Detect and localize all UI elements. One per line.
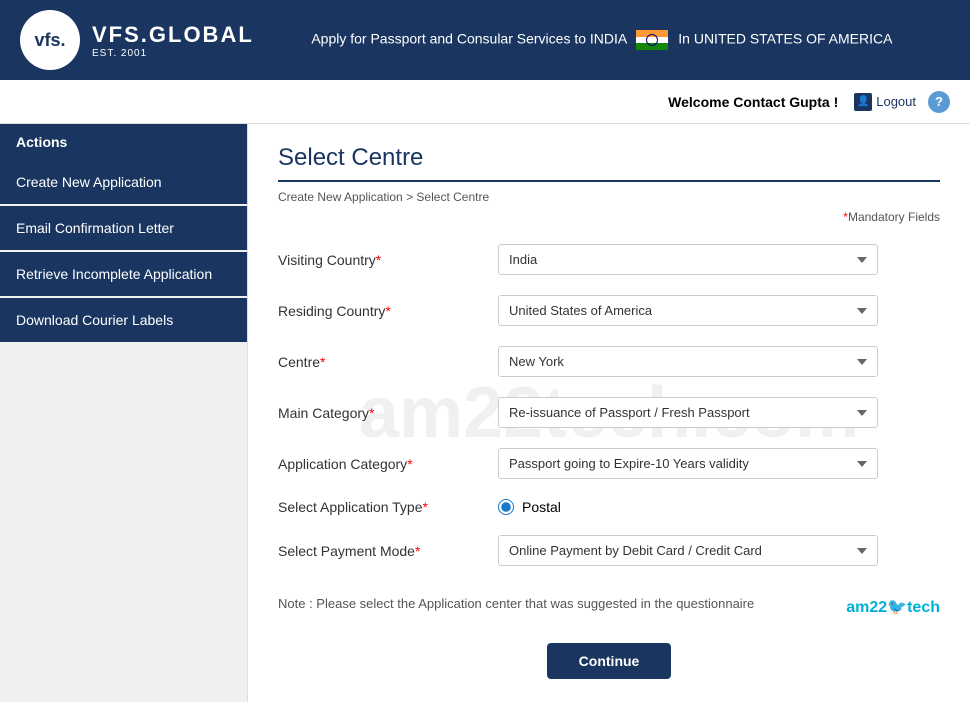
india-flag xyxy=(636,30,668,50)
logout-label: Logout xyxy=(876,94,916,109)
visiting-country-row: Visiting Country* India xyxy=(278,244,940,275)
app-category-row: Application Category* Passport going to … xyxy=(278,448,940,479)
app-type-label: Select Application Type* xyxy=(278,499,498,515)
help-button[interactable]: ? xyxy=(928,91,950,113)
am22-text: am22 xyxy=(846,599,887,616)
payment-mode-select[interactable]: Online Payment by Debit Card / Credit Ca… xyxy=(498,535,878,566)
am22-suffix: tech xyxy=(907,599,940,616)
header-country: In UNITED STATES OF AMERICA xyxy=(678,31,892,47)
mandatory-text: Mandatory Fields xyxy=(848,210,940,224)
sidebar: Actions Create New Application Email Con… xyxy=(0,124,248,702)
app-category-label: Application Category* xyxy=(278,456,498,472)
mandatory-note: *Mandatory Fields xyxy=(278,210,940,224)
vfs-brand: VFS.GLOBAL EST. 2001 xyxy=(92,22,254,59)
main-content: am22tech.com Select Centre Create New Ap… xyxy=(248,124,970,702)
sidebar-item-create[interactable]: Create New Application xyxy=(0,160,247,204)
main-layout: Actions Create New Application Email Con… xyxy=(0,124,970,702)
sidebar-header: Actions xyxy=(0,124,247,160)
breadcrumb-sep: > xyxy=(406,190,416,204)
logo-circle: vfs. xyxy=(20,10,80,70)
residing-country-label: Residing Country* xyxy=(278,303,498,319)
sidebar-item-retrieve[interactable]: Retrieve Incomplete Application xyxy=(0,252,247,296)
sidebar-item-download[interactable]: Download Courier Labels xyxy=(0,298,247,342)
welcome-message: Welcome Contact Gupta ! xyxy=(668,94,838,110)
continue-btn-container: Continue xyxy=(278,643,940,679)
logout-button[interactable]: 👤 Logout xyxy=(854,93,916,111)
centre-label: Centre* xyxy=(278,354,498,370)
app-category-select[interactable]: Passport going to Expire-10 Years validi… xyxy=(498,448,878,479)
postal-label: Postal xyxy=(522,499,561,515)
note-text: Note : Please select the Application cen… xyxy=(278,596,754,611)
visiting-country-label: Visiting Country* xyxy=(278,252,498,268)
note-row: Note : Please select the Application cen… xyxy=(278,586,940,627)
payment-mode-label: Select Payment Mode* xyxy=(278,543,498,559)
breadcrumb-part1: Create New Application xyxy=(278,190,403,204)
continue-button[interactable]: Continue xyxy=(547,643,672,679)
app-type-radio-group: Postal xyxy=(498,499,561,515)
top-bar: Welcome Contact Gupta ! 👤 Logout ? xyxy=(0,80,970,124)
page-title: Select Centre xyxy=(278,144,940,182)
form-section: Visiting Country* India Residing Country… xyxy=(278,244,940,679)
residing-country-row: Residing Country* United States of Ameri… xyxy=(278,295,940,326)
breadcrumb-part2: Select Centre xyxy=(416,190,489,204)
sidebar-item-email[interactable]: Email Confirmation Letter xyxy=(0,206,247,250)
visiting-country-select[interactable]: India xyxy=(498,244,878,275)
site-header: vfs. VFS.GLOBAL EST. 2001 Apply for Pass… xyxy=(0,0,970,80)
logout-icon: 👤 xyxy=(854,93,872,111)
am22-brand: am22🐦tech xyxy=(846,597,940,617)
breadcrumb: Create New Application > Select Centre xyxy=(278,190,940,204)
residing-country-select[interactable]: United States of America xyxy=(498,295,878,326)
main-category-row: Main Category* Re-issuance of Passport /… xyxy=(278,397,940,428)
postal-radio[interactable] xyxy=(498,499,514,515)
payment-mode-row: Select Payment Mode* Online Payment by D… xyxy=(278,535,940,566)
logo-vfs-text: vfs. xyxy=(34,31,65,49)
am22-bird-icon: 🐦 xyxy=(887,599,907,616)
header-tagline: Apply for Passport and Consular Services… xyxy=(254,30,950,50)
main-category-label: Main Category* xyxy=(278,405,498,421)
centre-row: Centre* New York xyxy=(278,346,940,377)
vfs-brand-main: VFS.GLOBAL xyxy=(92,22,254,48)
vfs-brand-sub: EST. 2001 xyxy=(92,48,254,59)
app-type-row: Select Application Type* Postal xyxy=(278,499,940,515)
main-category-select[interactable]: Re-issuance of Passport / Fresh Passport xyxy=(498,397,878,428)
centre-select[interactable]: New York xyxy=(498,346,878,377)
tagline-text: Apply for Passport and Consular Services… xyxy=(311,31,626,47)
